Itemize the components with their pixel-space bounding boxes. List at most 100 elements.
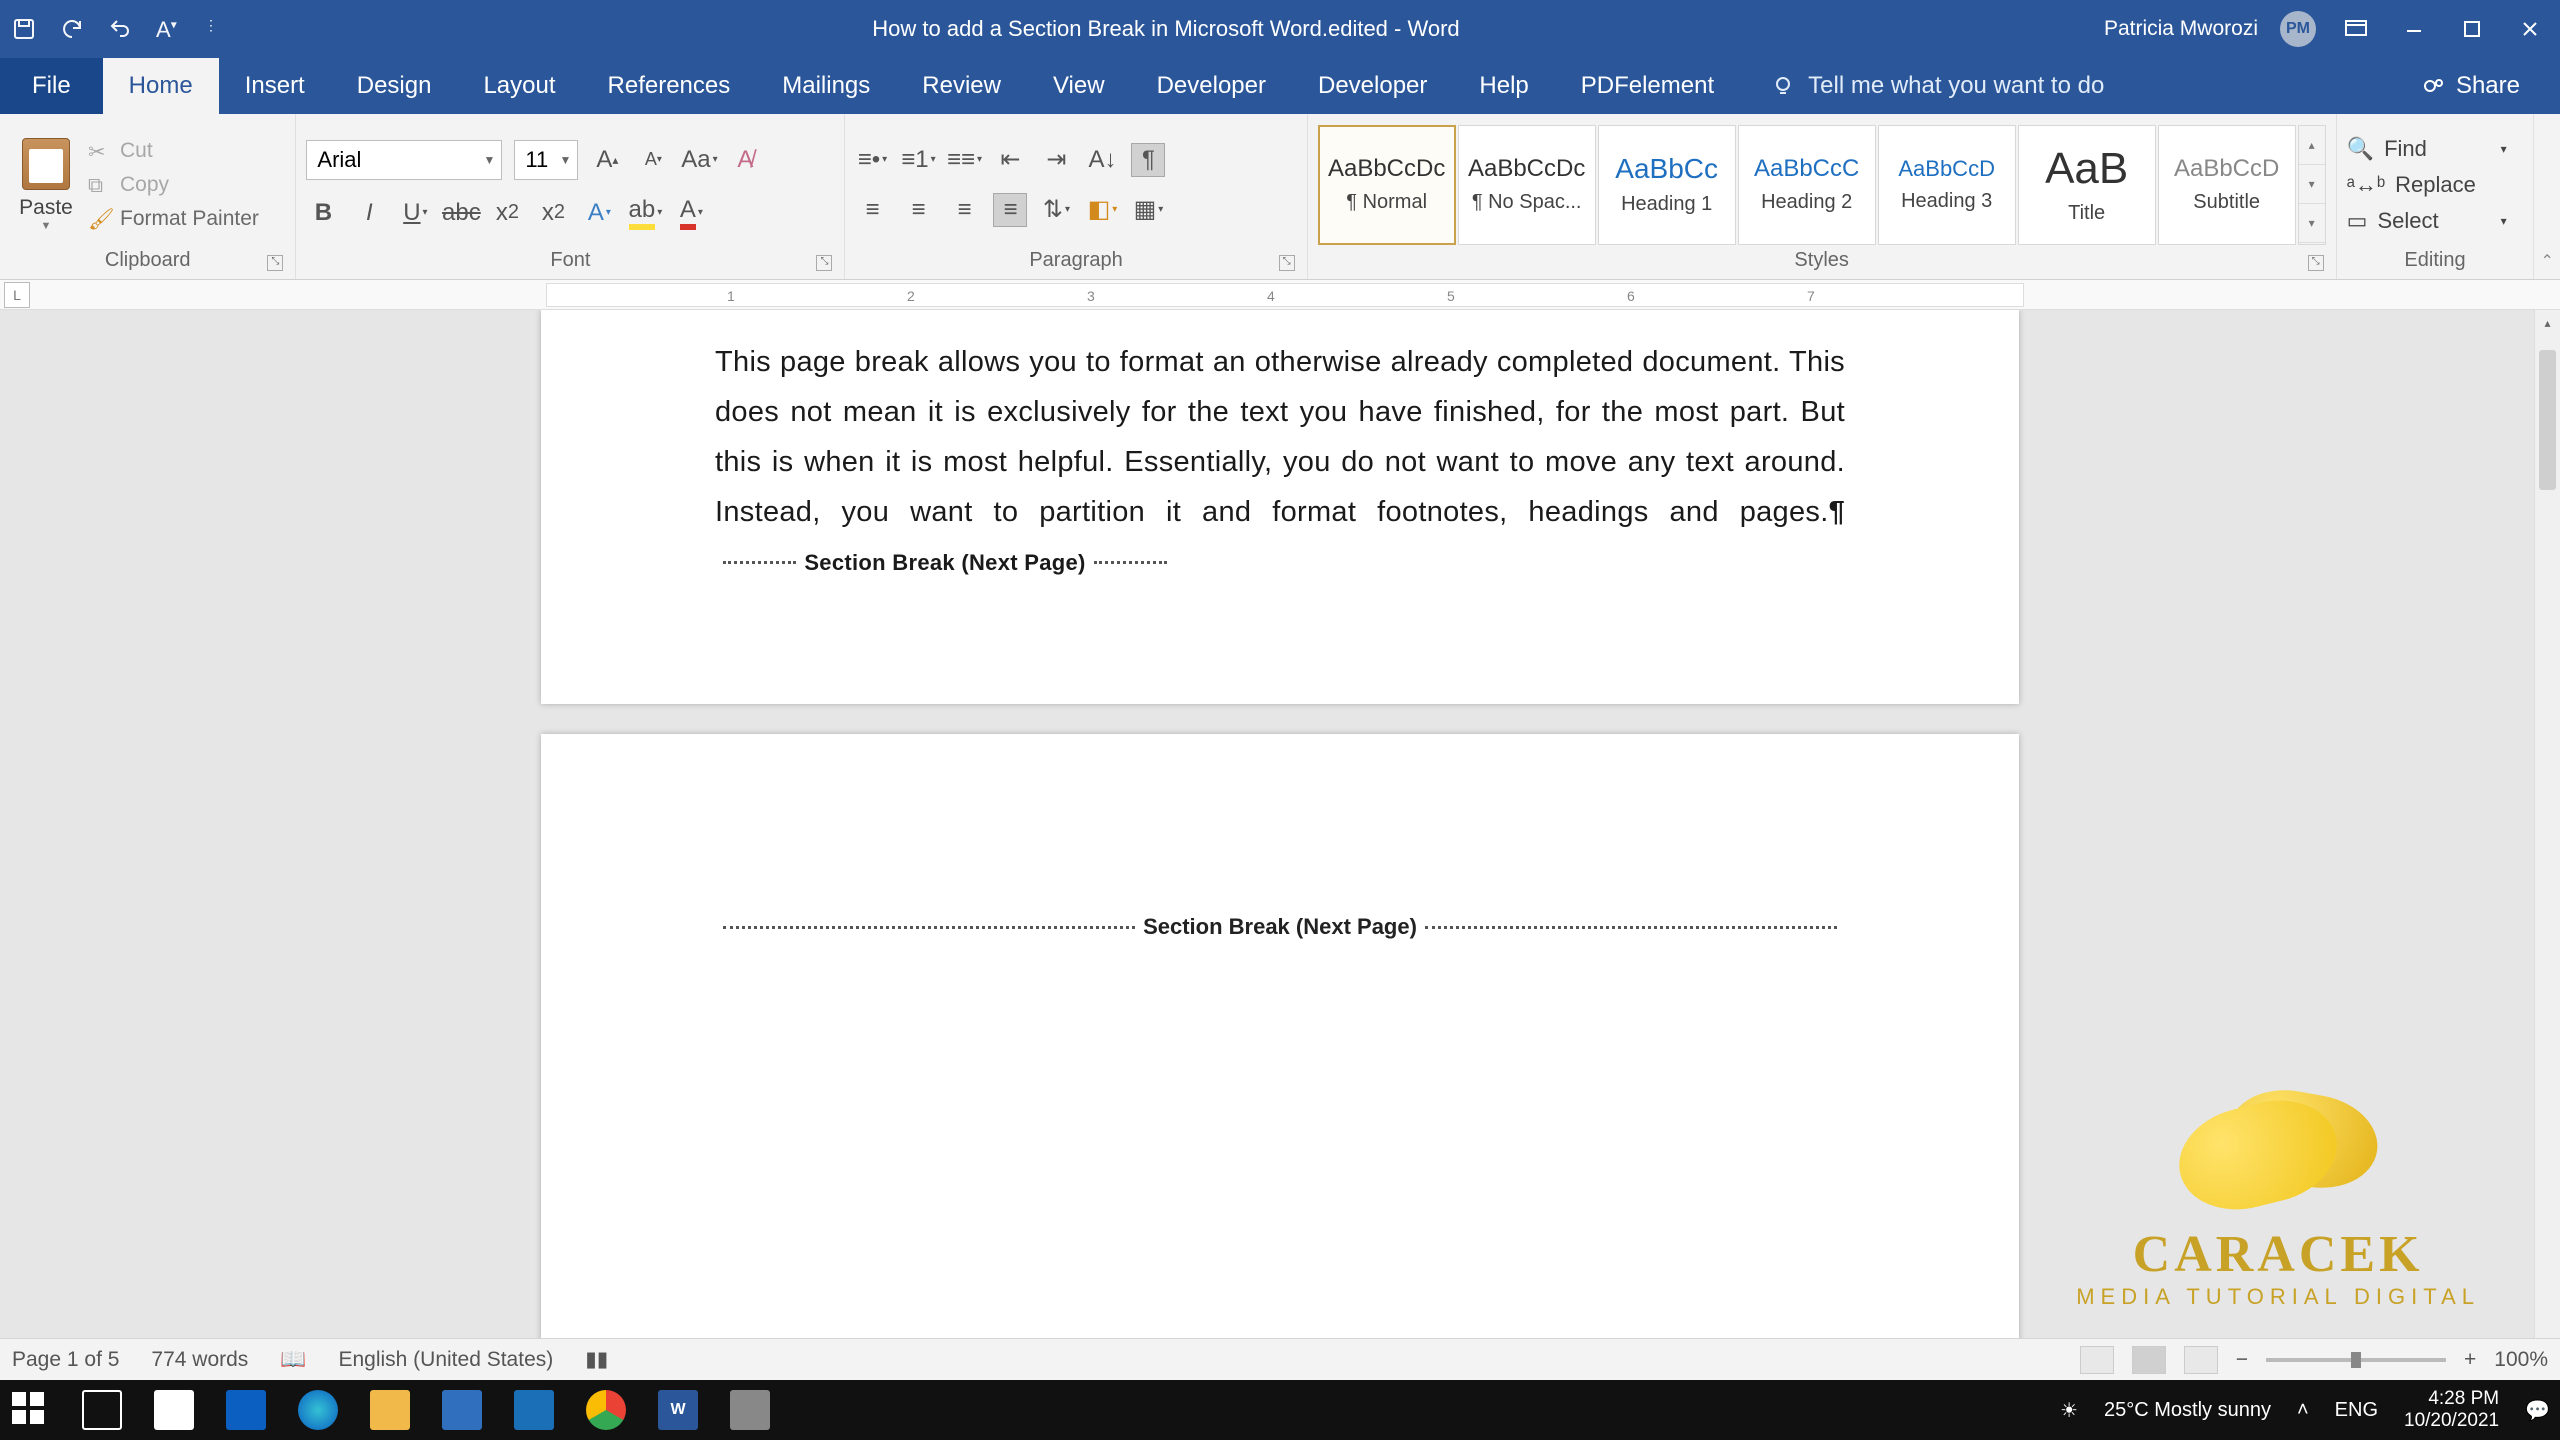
tab-pdfelement[interactable]: PDFelement (1555, 58, 1740, 114)
zoom-out-icon[interactable]: − (2236, 1348, 2248, 1372)
task-view-icon[interactable] (82, 1390, 122, 1430)
tab-developer[interactable]: Developer (1131, 58, 1292, 114)
page-status[interactable]: Page 1 of 5 (12, 1348, 119, 1372)
style-heading3[interactable]: AaBbCcDHeading 3 (1878, 125, 2016, 245)
tab-review[interactable]: Review (896, 58, 1027, 114)
maximize-icon[interactable] (2454, 17, 2490, 41)
font-name-combo[interactable]: Arial▼ (306, 140, 502, 180)
justify-icon[interactable]: ≡ (993, 193, 1027, 227)
mail-icon[interactable] (226, 1390, 266, 1430)
clock[interactable]: 4:28 PM 10/20/2021 (2404, 1388, 2499, 1432)
undo-icon[interactable] (108, 17, 132, 41)
keyboard-lang[interactable]: ENG (2335, 1399, 2378, 1422)
tray-chevron-icon[interactable]: ˄ (2297, 1399, 2309, 1422)
store-icon[interactable] (154, 1390, 194, 1430)
align-right-icon[interactable]: ≡ (947, 193, 981, 227)
font-size-combo[interactable]: 11▼ (514, 140, 578, 180)
web-layout-icon[interactable] (2184, 1346, 2218, 1374)
tab-view[interactable]: View (1027, 58, 1131, 114)
clear-format-icon[interactable]: A̸ (728, 143, 762, 177)
style-gallery-more[interactable]: ▴▾▾ (2298, 125, 2326, 245)
format-painter-button[interactable]: 🖌 Format Painter (88, 207, 259, 231)
style-heading1[interactable]: AaBbCcHeading 1 (1598, 125, 1736, 245)
read-mode-icon[interactable] (2080, 1346, 2114, 1374)
spellcheck-icon[interactable]: 📖 (280, 1348, 306, 1372)
chrome-icon[interactable] (586, 1390, 626, 1430)
cut-button[interactable]: ✂ Cut (88, 139, 259, 163)
tab-layout[interactable]: Layout (457, 58, 581, 114)
tellme-search[interactable]: Tell me what you want to do (1760, 58, 2116, 114)
italic-button[interactable]: I (352, 196, 386, 230)
borders-icon[interactable]: ▦▾ (1131, 193, 1165, 227)
language-status[interactable]: English (United States) (338, 1348, 553, 1372)
styles-launcher-icon[interactable]: ⤡ (2308, 255, 2324, 271)
tab-home[interactable]: Home (103, 58, 219, 114)
shrink-font-icon[interactable]: A▾ (636, 143, 670, 177)
style-subtitle[interactable]: AaBbCcDSubtitle (2158, 125, 2296, 245)
word-new-icon[interactable] (442, 1390, 482, 1430)
zoom-slider[interactable] (2266, 1358, 2446, 1362)
tab-insert[interactable]: Insert (219, 58, 331, 114)
movies-icon[interactable] (514, 1390, 554, 1430)
tab-references[interactable]: References (582, 58, 757, 114)
highlight-icon[interactable]: ab▾ (628, 196, 662, 230)
grow-font-icon[interactable]: A▴ (590, 143, 624, 177)
font-launcher-icon[interactable]: ⤡ (816, 255, 832, 271)
zoom-level[interactable]: 100% (2494, 1348, 2548, 1372)
paste-button[interactable]: Paste ▼ (10, 120, 82, 249)
subscript-button[interactable]: x2 (490, 196, 524, 230)
tab-help[interactable]: Help (1453, 58, 1554, 114)
page-1[interactable]: This page break allows you to format an … (541, 310, 2019, 704)
strikethrough-button[interactable]: abc (444, 196, 478, 230)
scroll-thumb[interactable] (2539, 350, 2556, 490)
qat-customize-icon[interactable]: ⋮ (204, 17, 228, 41)
number-list-icon[interactable]: ≡1▾ (901, 143, 935, 177)
replace-button[interactable]: ᵃ↔ᵇReplace (2347, 172, 2507, 198)
font-color-icon[interactable]: A▾ (674, 196, 708, 230)
align-center-icon[interactable]: ≡ (901, 193, 935, 227)
show-hide-icon[interactable]: ¶ (1131, 143, 1165, 177)
line-spacing-icon[interactable]: ⇅▾ (1039, 193, 1073, 227)
font-size-icon[interactable]: A▾ (156, 17, 180, 41)
tab-mailings[interactable]: Mailings (756, 58, 896, 114)
tab-file[interactable]: File (0, 58, 103, 114)
horizontal-ruler[interactable]: 1 2 3 4 5 6 7 (546, 283, 2024, 307)
printer-icon[interactable] (730, 1390, 770, 1430)
bullet-list-icon[interactable]: ≡•▾ (855, 143, 889, 177)
tab-design[interactable]: Design (331, 58, 458, 114)
shading-icon[interactable]: ◧▾ (1085, 193, 1119, 227)
ribbon-display-icon[interactable] (2338, 17, 2374, 41)
sort-icon[interactable]: A↓ (1085, 143, 1119, 177)
print-layout-icon[interactable] (2132, 1346, 2166, 1374)
minimize-icon[interactable] (2396, 17, 2432, 41)
explorer-icon[interactable] (370, 1390, 410, 1430)
start-button[interactable] (10, 1390, 50, 1430)
increase-indent-icon[interactable]: ⇥ (1039, 143, 1073, 177)
paragraph-launcher-icon[interactable]: ⤡ (1279, 255, 1295, 271)
style-normal[interactable]: AaBbCcDc¶ Normal (1318, 125, 1456, 245)
weather-icon[interactable]: ☀ (2060, 1398, 2078, 1423)
word-count[interactable]: 774 words (151, 1348, 248, 1372)
refresh-icon[interactable] (60, 17, 84, 41)
change-case-icon[interactable]: Aa▾ (682, 143, 716, 177)
scroll-up-icon[interactable]: ▴ (2535, 310, 2560, 336)
underline-button[interactable]: U▾ (398, 196, 432, 230)
collapse-ribbon-icon[interactable]: ⌃ (2540, 251, 2553, 271)
tab-developer-2[interactable]: Developer (1292, 58, 1453, 114)
bold-button[interactable]: B (306, 196, 340, 230)
edge-icon[interactable] (298, 1390, 338, 1430)
select-button[interactable]: ▭Select▾ (2347, 208, 2507, 234)
clipboard-launcher-icon[interactable]: ⤡ (267, 255, 283, 271)
zoom-in-icon[interactable]: + (2464, 1348, 2476, 1372)
multilevel-list-icon[interactable]: ≡≡▾ (947, 143, 981, 177)
find-button[interactable]: 🔍Find▾ (2347, 136, 2507, 162)
decrease-indent-icon[interactable]: ⇤ (993, 143, 1027, 177)
share-button[interactable]: Share (2382, 58, 2560, 114)
style-no-spacing[interactable]: AaBbCcDc¶ No Spac... (1458, 125, 1596, 245)
style-heading2[interactable]: AaBbCcCHeading 2 (1738, 125, 1876, 245)
page-2[interactable]: Section Break (Next Page) (541, 734, 2019, 1354)
save-icon[interactable] (12, 17, 36, 41)
tab-selector[interactable]: L (4, 282, 30, 308)
align-left-icon[interactable]: ≡ (855, 193, 889, 227)
macro-icon[interactable]: ▮▮ (585, 1347, 608, 1372)
